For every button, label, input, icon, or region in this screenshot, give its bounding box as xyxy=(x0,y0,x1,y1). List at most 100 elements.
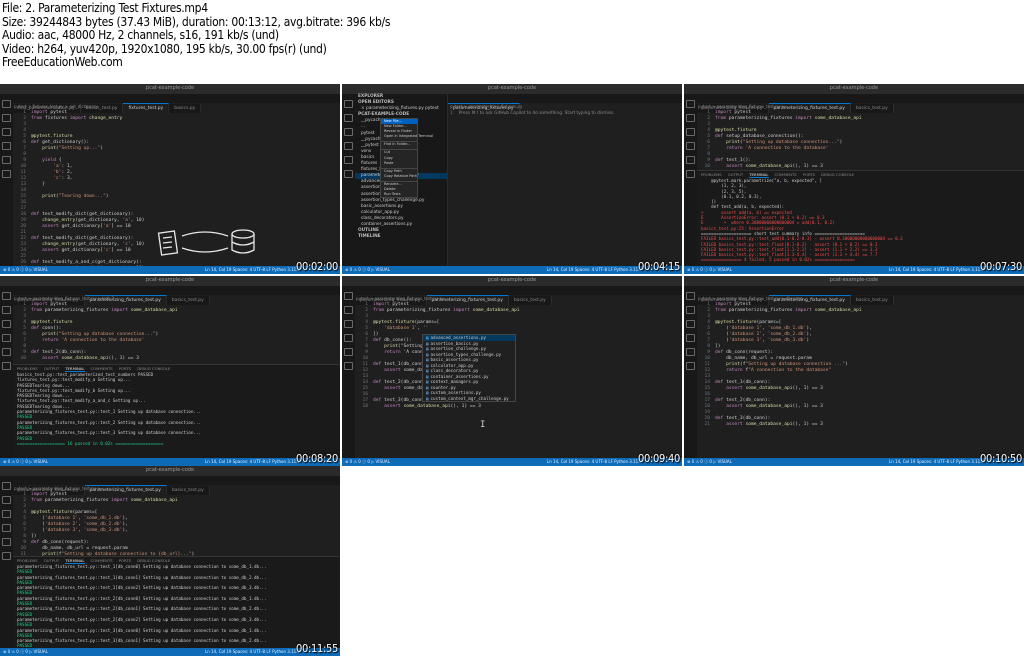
terminal-line: ================ 4 failed, 5 passed in 0… xyxy=(701,257,855,263)
code-text: def db_conn(request): xyxy=(715,350,774,355)
panel-tabs[interactable]: PROBLEMS OUTPUT TERMINAL COMMENTS PORTS DEBUG… xyxy=(13,557,340,564)
file-icon: ▤ xyxy=(426,357,429,362)
line-number: 21 xyxy=(704,422,710,427)
panel-tab[interactable]: PROBLEMS xyxy=(17,558,38,563)
code-text: ('database 2', 'some_db_2.db'), xyxy=(31,522,128,527)
window-title: pcat-example-code xyxy=(829,85,879,91)
activity-bar[interactable] xyxy=(0,94,13,266)
explorer-section-header[interactable]: TIMELINE xyxy=(355,234,447,240)
panel-tab[interactable]: PORTS xyxy=(119,558,131,563)
activity-bar[interactable] xyxy=(342,286,355,458)
window-title: pcat-example-code xyxy=(487,85,537,91)
panel-tab[interactable]: COMMENTS xyxy=(91,558,113,563)
code-editor[interactable]: 1 import pytest 2 from parameterizing_fixtu… xyxy=(14,492,334,558)
code-text: assert some_database_api(), 1) == 3 xyxy=(726,422,823,427)
panel-tab[interactable]: COMMENTS xyxy=(91,366,113,371)
code-text: assert some_data xyxy=(384,368,429,373)
context-menu-item[interactable]: Copy Relative Path xyxy=(381,174,417,179)
code-text: change_entry(get_dictionary, 'a', 10) xyxy=(42,218,145,223)
panel-tab[interactable]: PORTS xyxy=(803,172,815,177)
code-text: 'a': 1, xyxy=(53,164,73,169)
panel-tab[interactable]: PORTS xyxy=(119,366,131,371)
code-editor[interactable]: 1 import pytest 2 from parameterizing_fixtu… xyxy=(698,110,1018,170)
window-title: pcat-example-code xyxy=(829,277,879,283)
code-editor[interactable]: 1 import pytest 2 from parameterizing_fixtu… xyxy=(14,302,334,362)
terminal-panel[interactable]: PROBLEMS OUTPUT TERMINAL COMMENTS PORTS DEBUG… xyxy=(13,556,340,656)
code-text: assert some_database_api(), 1) == 3 xyxy=(726,164,823,169)
editor-tabs[interactable]: parameterizing_fixtures.py parameterizing… xyxy=(355,286,682,305)
panel-tabs[interactable]: PROBLEMS OUTPUT TERMINAL COMMENTS PORTS DEBUG… xyxy=(697,171,1024,178)
panel-tab[interactable]: COMMENTS xyxy=(775,172,797,177)
editor-tabs[interactable]: parameterizing_fixtures.py parameterizing… xyxy=(697,94,1024,113)
code-text: return f"A connection to the database" xyxy=(726,368,832,373)
panel-tab[interactable]: DEBUG CONSOLE xyxy=(821,172,854,177)
code-editor[interactable]: 1 import pytest 2 from parameterizing_fixtu… xyxy=(356,302,676,410)
code-text: def conn(): xyxy=(31,326,62,331)
file-icon: ▤ xyxy=(426,368,429,373)
context-menu-item[interactable]: Run Tests xyxy=(381,192,417,197)
file-icon: ▤ xyxy=(426,335,429,340)
code-text: change_entry(get_dictionary, 'c', 10) xyxy=(42,242,145,247)
code-text: def test_1(): xyxy=(715,158,751,163)
status-bar: ⊗ 0 ⚠ 0 ⓘ 0 ▷ VISUAL Ln 14, Col 19 Spaces… xyxy=(0,458,340,466)
panel-tab[interactable]: PROBLEMS xyxy=(17,366,38,371)
terminal-panel[interactable]: PROBLEMS OUTPUT TERMINAL COMMENTS PORTS DEBUG… xyxy=(13,364,340,458)
thumbnail-3: pcat-example-code parameterizing_fixture… xyxy=(684,84,1024,274)
site-name: FreeEducationWeb.com xyxy=(2,55,123,69)
file-icon: ▤ xyxy=(426,351,429,357)
file-size: Size: 39244843 bytes (37.43 MiB), durati… xyxy=(2,14,391,29)
suggestion-label: basic_assertions.py xyxy=(430,357,479,362)
window-title: pcat-example-code xyxy=(145,277,195,283)
window-title: pcat-example-code xyxy=(145,85,195,91)
activity-bar[interactable] xyxy=(342,94,355,266)
code-text: print("Setting up database connection...… xyxy=(726,140,843,145)
editor-tabs[interactable]: parameterizing_fixtures.py parameterizing… xyxy=(697,286,1024,305)
code-text: yield { xyxy=(42,158,62,163)
context-menu[interactable]: New File... New Folder... Reveal in Finder… xyxy=(380,118,433,199)
file-icon: ▤ xyxy=(426,395,429,401)
activity-bar[interactable] xyxy=(684,286,697,458)
status-bar: ⊗ 0 ⚠ 0 ⓘ 0 ▷ VISUAL Ln 14, Col 19 Spaces… xyxy=(0,648,340,656)
code-line: 21 assert some_database_api(), 1) == 3 xyxy=(698,422,1018,428)
terminal-panel[interactable]: PROBLEMS OUTPUT TERMINAL COMMENTS PORTS DEBUG… xyxy=(697,170,1024,266)
panel-tab[interactable]: OUTPUT xyxy=(728,172,743,177)
context-menu-item[interactable]: Open in Integrated Terminal xyxy=(381,134,433,139)
panel-tabs[interactable]: PROBLEMS OUTPUT TERMINAL COMMENTS PORTS DEBUG… xyxy=(13,365,340,372)
editor-tabs[interactable]: parameterizing_fixtures.py parameterizing… xyxy=(13,286,340,305)
suggestion-label: assertion_challenge.py xyxy=(430,346,486,351)
panel-tab[interactable]: PROBLEMS xyxy=(701,172,722,177)
code-text: @pytest.fixture xyxy=(31,134,73,139)
suggestion-label: assertion_basics.py xyxy=(430,340,479,346)
code-text: @pytest.fixture(params=[ xyxy=(715,320,782,325)
editor-tabs[interactable]: parameterizing_fixtures.py parameterizing… xyxy=(13,476,340,495)
activity-bar[interactable] xyxy=(0,286,13,458)
panel-tab[interactable]: DEBUG CONSOLE xyxy=(137,366,170,371)
autocomplete-popup[interactable]: ▤ advanced_assertions.py ▤ assertion_basics… xyxy=(422,334,516,402)
file-icon: ▤ xyxy=(426,373,429,379)
suggestion-label: advanced_assertions.py xyxy=(430,335,486,340)
code-editor[interactable]: 1 import pytest 2 from parameterizing_fixtu… xyxy=(698,302,1018,428)
panel-tab[interactable]: DEBUG CONSOLE xyxy=(137,558,170,563)
code-text: import pytest xyxy=(715,110,751,115)
code-text: def setup_database_connection(): xyxy=(715,134,804,139)
code-text: 'c': 3, xyxy=(53,176,73,181)
suggestion-label: counter.py xyxy=(430,384,456,390)
timestamp: 00:04:15 xyxy=(637,260,680,273)
activity-bar[interactable] xyxy=(684,94,697,266)
code-text: assert some_data xyxy=(384,386,429,391)
editor-tabs[interactable]: test_parameterization.py basics_test.py fi… xyxy=(13,94,340,113)
code-text: from parameterizing_fixtures import some… xyxy=(31,308,178,313)
code-text: def test_modify_dict(get_dictionary): xyxy=(31,212,134,217)
panel-tab[interactable]: OUTPUT xyxy=(44,366,59,371)
suggestion-item[interactable]: ▤ custom_context_mgr_challenge.py xyxy=(423,396,515,402)
code-text: import pytest xyxy=(31,492,67,497)
editor-tabs[interactable]: parameterizing_fixtures.py xyxy=(448,94,682,113)
code-text: print("Setting up...") xyxy=(42,146,103,151)
terminal-line: =================== 16 passed in 0.02s =… xyxy=(17,440,164,446)
code-text: ('database 2', 'some_db_2.db'), xyxy=(715,332,812,337)
status-bar: ⊗ 0 ⚠ 0 ⓘ 0 ▷ VISUAL Ln 14, Col 19 Spaces… xyxy=(342,458,682,466)
code-text: from parameterizing_fixtures import some… xyxy=(373,308,520,313)
panel-tab[interactable]: OUTPUT xyxy=(44,558,59,563)
file-icon: ▤ xyxy=(426,384,429,390)
activity-bar[interactable] xyxy=(0,476,13,648)
